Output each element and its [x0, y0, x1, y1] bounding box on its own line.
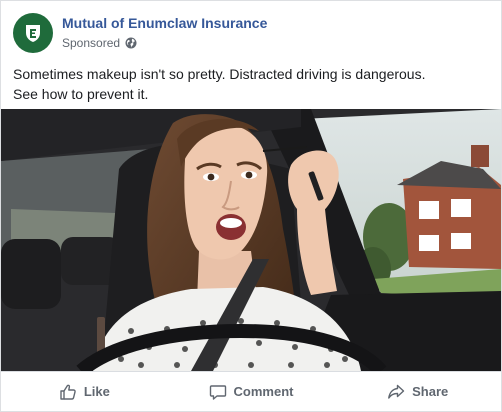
sponsored-label[interactable]: Sponsored	[62, 36, 120, 50]
page-avatar[interactable]	[13, 13, 53, 53]
video-frame	[1, 109, 501, 371]
globe-icon	[125, 37, 137, 49]
post-meta: Sponsored	[62, 36, 137, 50]
share-arrow-icon	[388, 384, 405, 399]
comment-button[interactable]: Comment	[168, 372, 335, 411]
post-actions: Like Comment Share	[1, 371, 501, 411]
share-label: Share	[412, 384, 449, 399]
post-caption: Sometimes makeup isn't so pretty. Distra…	[13, 64, 489, 104]
enumclaw-shield-logo-icon	[26, 25, 40, 42]
caption-line-2: See how to prevent it.	[13, 86, 149, 102]
post-video[interactable]	[1, 109, 501, 371]
thumbs-up-icon	[60, 384, 76, 400]
share-button[interactable]: Share	[334, 372, 501, 411]
like-label: Like	[83, 384, 110, 399]
sponsored-post: Mutual of Enumclaw Insurance Sponsored S…	[0, 0, 502, 412]
caption-line-1: Sometimes makeup isn't so pretty. Distra…	[13, 66, 426, 82]
like-button[interactable]: Like	[1, 372, 168, 411]
post-header: Mutual of Enumclaw Insurance Sponsored	[1, 1, 501, 59]
speech-bubble-icon	[209, 384, 226, 400]
page-name-link[interactable]: Mutual of Enumclaw Insurance	[62, 15, 267, 31]
comment-label: Comment	[233, 384, 294, 399]
